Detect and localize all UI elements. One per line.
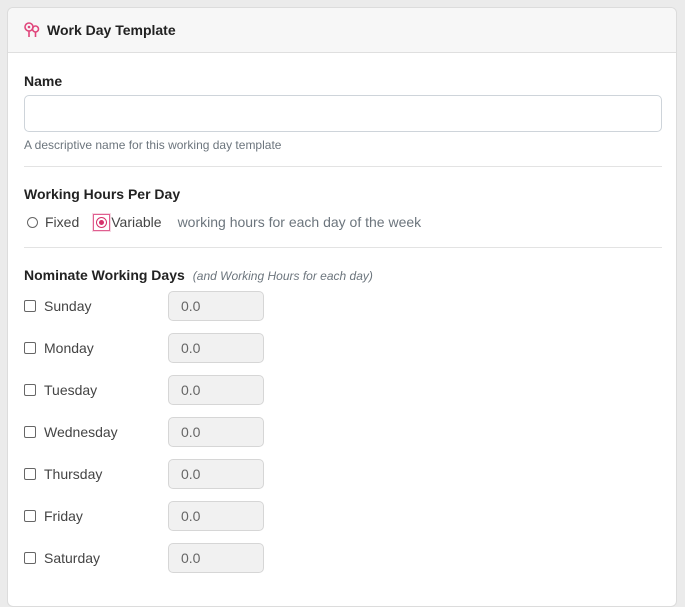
day-row-monday: Monday 0.0 [24, 333, 661, 363]
day-label[interactable]: Saturday [44, 550, 168, 566]
day-label[interactable]: Monday [44, 340, 168, 356]
divider [24, 247, 662, 248]
working-days-header: Nominate Working Days (and Working Hours… [24, 267, 661, 283]
day-row-sunday: Sunday 0.0 [24, 291, 661, 321]
wednesday-checkbox[interactable] [24, 426, 36, 438]
fixed-radio-wrapper[interactable] [24, 214, 41, 231]
map-pins-icon [23, 21, 41, 39]
day-row-saturday: Saturday 0.0 [24, 543, 661, 573]
day-row-tuesday: Tuesday 0.0 [24, 375, 661, 405]
friday-hours-input[interactable]: 0.0 [168, 501, 264, 531]
day-row-friday: Friday 0.0 [24, 501, 661, 531]
day-label[interactable]: Wednesday [44, 424, 168, 440]
tuesday-hours-input[interactable]: 0.0 [168, 375, 264, 405]
friday-checkbox[interactable] [24, 510, 36, 522]
day-row-thursday: Thursday 0.0 [24, 459, 661, 489]
day-label[interactable]: Tuesday [44, 382, 168, 398]
day-label[interactable]: Friday [44, 508, 168, 524]
day-label[interactable]: Thursday [44, 466, 168, 482]
name-input[interactable] [24, 95, 662, 132]
day-row-wednesday: Wednesday 0.0 [24, 417, 661, 447]
divider [24, 166, 662, 167]
fixed-radio-label[interactable]: Fixed [45, 214, 79, 230]
monday-hours-input[interactable]: 0.0 [168, 333, 264, 363]
name-help-text: A descriptive name for this working day … [24, 138, 282, 152]
working-days-list: Sunday 0.0 Monday 0.0 Tuesday 0.0 Wednes… [24, 291, 661, 573]
day-label[interactable]: Sunday [44, 298, 168, 314]
fixed-radio[interactable] [27, 216, 38, 228]
sunday-hours-input[interactable]: 0.0 [168, 291, 264, 321]
variable-radio-wrapper[interactable] [93, 213, 111, 231]
working-days-label: Nominate Working Days [24, 267, 185, 283]
variable-radio[interactable] [96, 216, 108, 228]
monday-checkbox[interactable] [24, 342, 36, 354]
hours-mode-description: working hours for each day of the week [177, 214, 422, 230]
saturday-hours-input[interactable]: 0.0 [168, 543, 264, 573]
tuesday-checkbox[interactable] [24, 384, 36, 396]
variable-radio-label[interactable]: Variable [111, 214, 161, 230]
thursday-hours-input[interactable]: 0.0 [168, 459, 264, 489]
panel-title: Work Day Template [47, 22, 176, 38]
name-label: Name [24, 73, 63, 89]
wednesday-hours-input[interactable]: 0.0 [168, 417, 264, 447]
thursday-checkbox[interactable] [24, 468, 36, 480]
work-day-template-panel: Work Day Template Name A descriptive nam… [7, 7, 677, 607]
sunday-checkbox[interactable] [24, 300, 36, 312]
hours-mode-radio-group: Fixed Variable working hours for each da… [24, 212, 661, 232]
panel-header: Work Day Template [8, 8, 676, 53]
saturday-checkbox[interactable] [24, 552, 36, 564]
working-hours-label: Working Hours Per Day [24, 186, 181, 202]
panel-body: Name A descriptive name for this working… [8, 73, 676, 573]
working-days-note: (and Working Hours for each day) [192, 269, 373, 283]
